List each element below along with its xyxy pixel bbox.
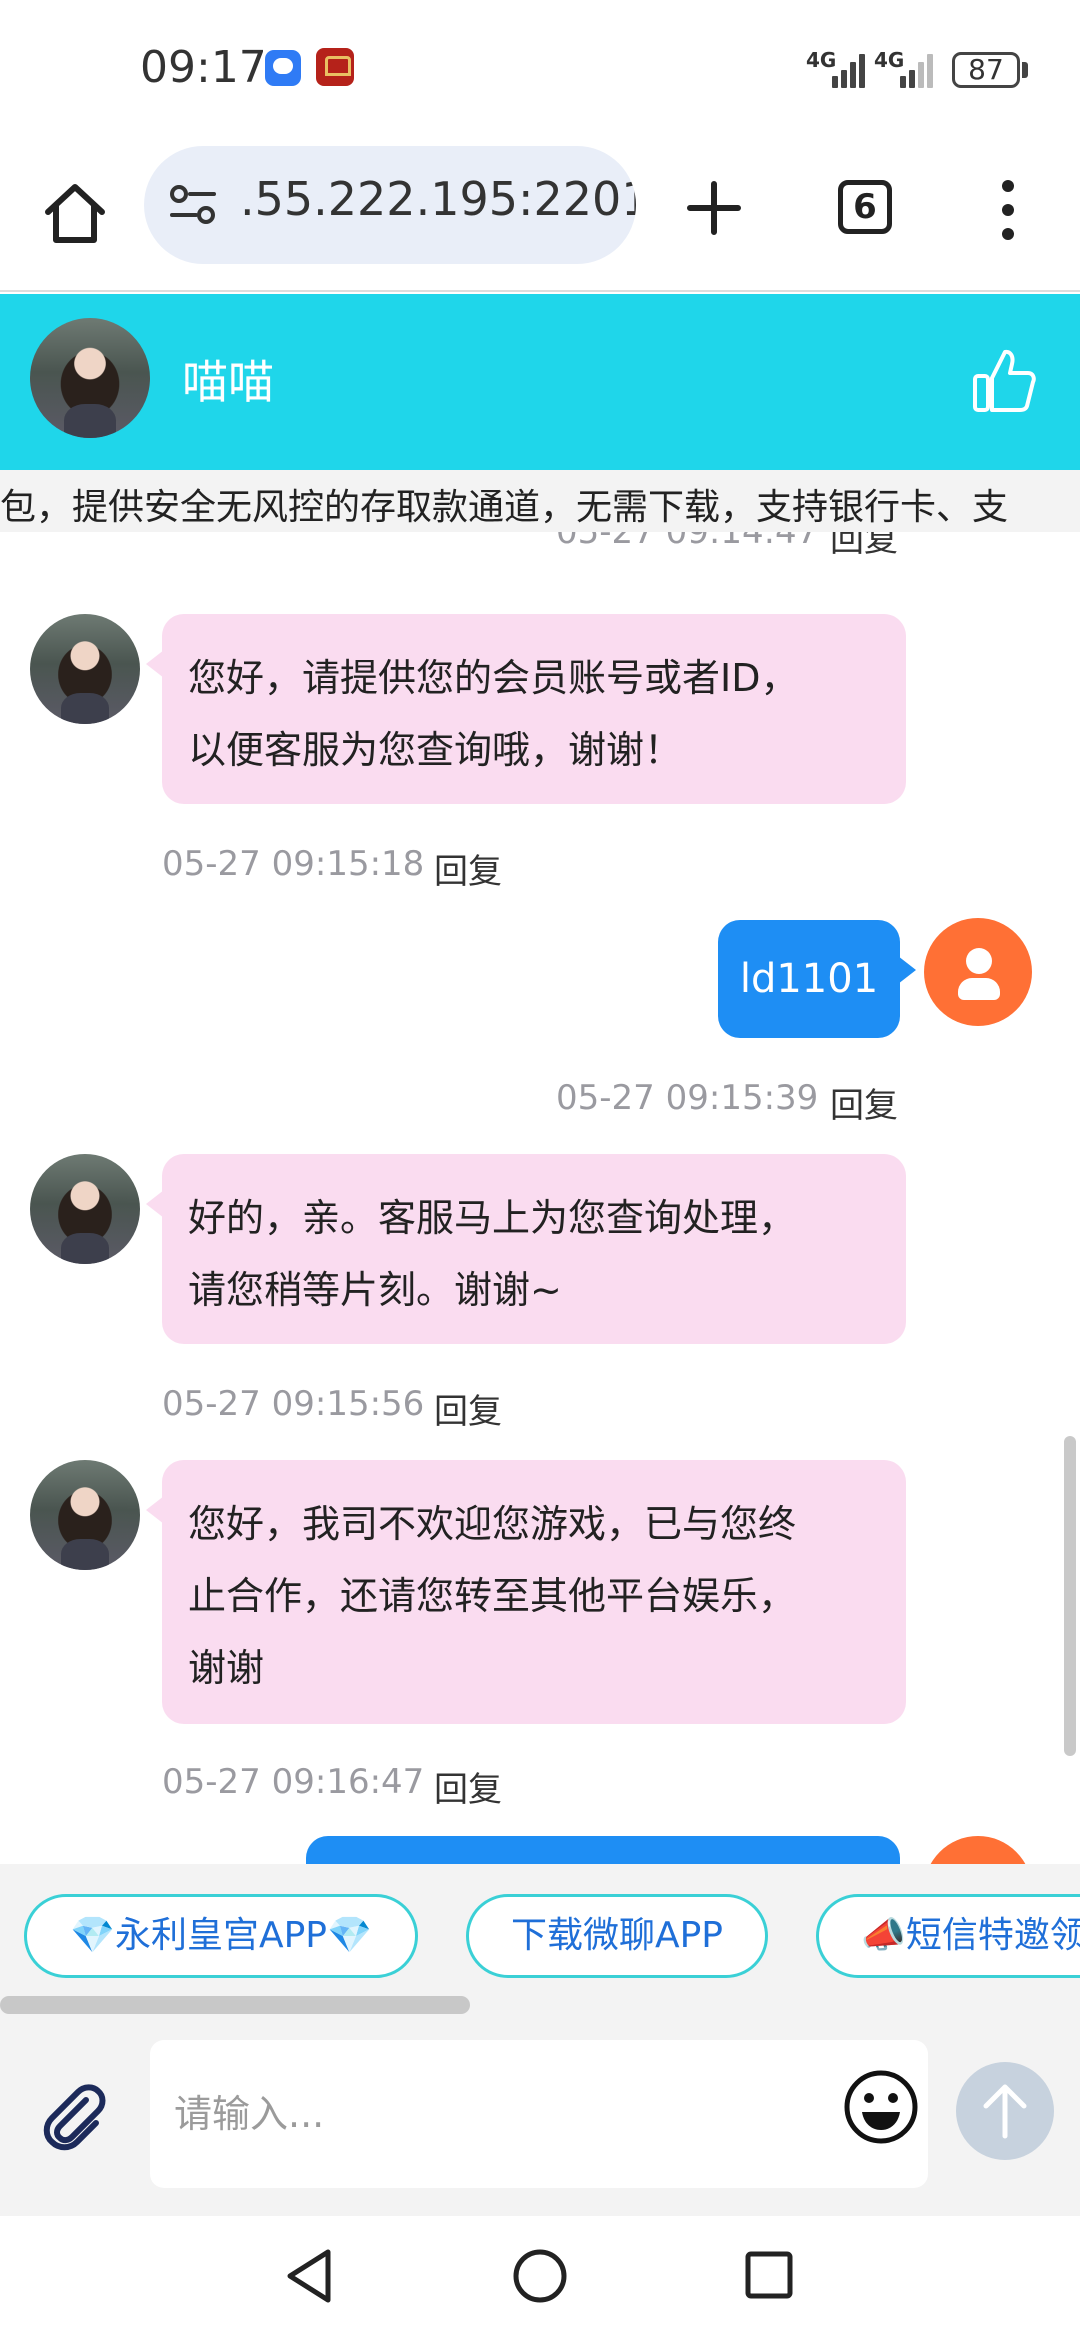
contact-avatar[interactable]: [30, 318, 150, 438]
message-list[interactable]: 05-27 09:14:47 回复 您好，请提供您的会员账号或者ID， 以便客服…: [0, 532, 1080, 1864]
message-time: 05-27 09:15:39: [556, 1078, 819, 1118]
previous-reply-link[interactable]: 回复: [830, 532, 898, 561]
message-time: 05-27 09:16:47: [162, 1762, 425, 1802]
message-time: 05-27 09:15:18: [162, 844, 425, 884]
reply-link[interactable]: 回复: [830, 1078, 898, 1127]
incoming-message-bubble: 您好，我司不欢迎您游戏，已与您终 止合作，还请您转至其他平台娱乐， 谢谢: [146, 1460, 906, 1724]
message-line: 您好，请提供您的会员账号或者ID，: [188, 656, 799, 700]
quick-button-app-download[interactable]: 💎永利皇宫APP💎: [24, 1894, 418, 1978]
reply-link[interactable]: 回复: [434, 844, 502, 893]
signal-icon-2: [900, 52, 940, 88]
outgoing-message-bubble-partial: [306, 1836, 900, 1864]
attachment-icon[interactable]: [36, 2078, 114, 2156]
announcement-marquee: 包，提供安全无风控的存取款通道，无需下载，支持银行卡、支: [0, 470, 1080, 532]
address-bar[interactable]: .55.222.195:2201: [144, 146, 636, 264]
message-line: 您好，我司不欢迎您游戏，已与您终: [188, 1502, 797, 1546]
battery-cap: [1022, 62, 1028, 78]
user-avatar-icon[interactable]: [924, 1836, 1032, 1864]
chat-scrollbar[interactable]: [1064, 1436, 1076, 1756]
url-text[interactable]: .55.222.195:2201: [240, 172, 636, 226]
announcement-text: 包，提供安全无风控的存取款通道，无需下载，支持银行卡、支: [0, 487, 1009, 528]
agent-avatar[interactable]: [30, 1154, 140, 1264]
message-line: 以便客服为您查询哦，谢谢！: [188, 728, 683, 772]
horizontal-scrollbar[interactable]: [0, 1996, 470, 2014]
tab-switcher-button[interactable]: 6: [838, 180, 892, 234]
incoming-message-bubble: 您好，请提供您的会员账号或者ID， 以便客服为您查询哦，谢谢！: [146, 614, 906, 804]
user-avatar-icon[interactable]: [924, 918, 1032, 1026]
more-menu-icon[interactable]: [1000, 178, 1016, 242]
arrow-up-icon: [983, 2084, 1027, 2139]
new-tab-icon[interactable]: [684, 178, 744, 238]
agent-avatar[interactable]: [30, 1460, 140, 1570]
reply-link[interactable]: 回复: [434, 1384, 502, 1433]
message-notification-icon: [265, 50, 301, 86]
chat-header: [0, 294, 1080, 470]
message-line: 请您稍等片刻。谢谢~: [188, 1268, 562, 1312]
message-line: 好的，亲。客服马上为您查询处理，: [188, 1196, 797, 1240]
back-icon[interactable]: [284, 2248, 334, 2304]
site-settings-icon[interactable]: [168, 182, 218, 228]
quick-button-weiliao[interactable]: 下载微聊APP: [466, 1894, 768, 1978]
signal-icon-1: [832, 52, 872, 88]
contact-name: 喵喵: [182, 355, 274, 409]
home-circle-icon[interactable]: [512, 2248, 568, 2304]
app-notification-icon: [316, 48, 354, 86]
message-line: 止合作，还请您转至其他平台娱乐，: [188, 1574, 797, 1618]
status-time: 09:17: [140, 42, 267, 93]
recent-apps-icon[interactable]: [744, 2250, 794, 2300]
battery-level: 87: [968, 53, 1004, 86]
outgoing-message-bubble: ld1101: [718, 920, 916, 1038]
message-input[interactable]: [150, 2040, 928, 2188]
emoji-icon[interactable]: [842, 2068, 920, 2146]
quick-button-sms-invite[interactable]: 📣短信特邀领: [816, 1894, 1080, 1978]
message-time: 05-27 09:15:56: [162, 1384, 425, 1424]
message-line: 谢谢: [188, 1646, 265, 1690]
agent-avatar[interactable]: [30, 614, 140, 724]
home-icon[interactable]: [40, 178, 110, 248]
send-button[interactable]: [956, 2062, 1054, 2160]
reply-link[interactable]: 回复: [434, 1762, 502, 1811]
previous-message-time: 05-27 09:14:47: [556, 532, 819, 552]
thumbs-up-icon[interactable]: [972, 346, 1036, 414]
system-nav-bar: [0, 2216, 1080, 2340]
incoming-message-bubble: 好的，亲。客服马上为您查询处理， 请您稍等片刻。谢谢~: [146, 1154, 906, 1344]
